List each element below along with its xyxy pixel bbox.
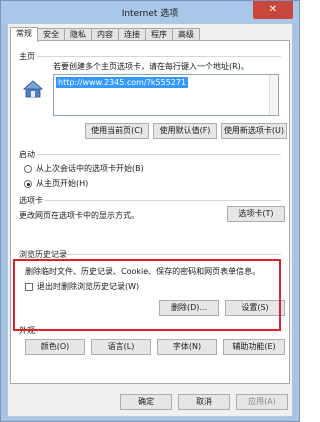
home-icon	[23, 80, 43, 98]
divider	[37, 154, 281, 155]
homepage-option-label: 从主页开始(H)	[36, 179, 89, 188]
title-bar[interactable]: Internet 选项 ✕	[1, 1, 299, 23]
last-session-radio[interactable]	[24, 164, 32, 173]
general-tab-panel: 主页 若要创建多个主页选项卡，请在每行键入一个地址(R)。 http://www…	[10, 40, 290, 384]
tabs-section-label: 选项卡	[19, 196, 43, 205]
divider	[45, 200, 281, 201]
apply-button[interactable]: 应用(A)	[236, 394, 288, 410]
tabs-description: 更改网页在选项卡中的显示方式。	[19, 211, 139, 220]
divider	[37, 56, 281, 57]
dialog-body: 常规 安全 隐私 内容 连接 程序 高级 主页 若要创建多个主页选项卡，请在每行…	[7, 23, 293, 417]
browsing-history-highlight-box	[13, 259, 281, 331]
tab-strip: 常规 安全 隐私 内容 连接 程序 高级	[10, 27, 200, 42]
homepage-description: 若要创建多个主页选项卡，请在每行键入一个地址(R)。	[53, 62, 249, 71]
fonts-button[interactable]: 字体(N)	[157, 339, 217, 355]
homepage-url-value: http://www.2345.com/?k555271	[56, 77, 189, 88]
homepage-url-input[interactable]: http://www.2345.com/?k555271	[53, 74, 279, 116]
use-default-button[interactable]: 使用默认值(F)	[153, 123, 217, 139]
url-scrollbar[interactable]	[269, 75, 278, 115]
homepage-radio[interactable]	[24, 179, 32, 188]
internet-options-dialog: Internet 选项 ✕ 常规 安全 隐私 内容 连接 程序 高级 主页 若要…	[0, 0, 300, 422]
ok-button[interactable]: 确定	[120, 394, 172, 410]
homepage-section-label: 主页	[19, 52, 35, 61]
use-new-tab-button[interactable]: 使用新选项卡(U)	[221, 123, 287, 139]
use-current-button[interactable]: 使用当前页(C)	[85, 123, 149, 139]
startup-homepage-option[interactable]: 从主页开始(H)	[24, 178, 88, 189]
accessibility-button[interactable]: 辅助功能(E)	[223, 339, 285, 355]
colors-button[interactable]: 颜色(O)	[25, 339, 85, 355]
languages-button[interactable]: 语言(L)	[91, 339, 151, 355]
cancel-button[interactable]: 取消	[178, 394, 230, 410]
startup-section-label: 启动	[19, 150, 35, 159]
startup-last-session-option[interactable]: 从上次会话中的选项卡开始(B)	[24, 163, 144, 174]
close-button[interactable]: ✕	[253, 1, 293, 19]
tabs-settings-button[interactable]: 选项卡(T)	[227, 206, 285, 222]
tab-general[interactable]: 常规	[10, 27, 38, 42]
divider	[67, 254, 281, 255]
last-session-label: 从上次会话中的选项卡开始(B)	[36, 164, 144, 173]
